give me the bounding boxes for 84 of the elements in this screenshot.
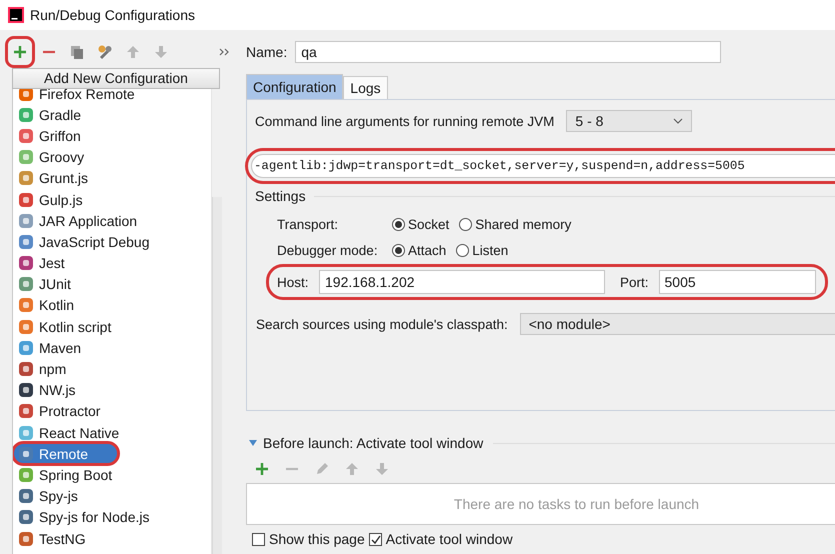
config-type-item[interactable]: Remote (13, 443, 118, 464)
config-type-item[interactable]: Gradle (13, 104, 211, 126)
radio-option[interactable]: Listen (456, 243, 508, 258)
config-type-item[interactable]: Kotlin (13, 294, 211, 316)
tile-icon (18, 297, 34, 314)
jvm-version-dropdown[interactable]: 5 - 8 (566, 110, 692, 132)
radio-button[interactable] (392, 218, 405, 231)
config-type-item[interactable]: Groovy (13, 146, 211, 168)
radio-option[interactable]: Attach (392, 243, 446, 258)
app-icon (8, 7, 24, 23)
tab[interactable]: Configuration (246, 74, 344, 99)
tile-icon (18, 318, 34, 335)
radio-option[interactable]: Socket (392, 217, 450, 232)
module-label: Search sources using module's classpath: (256, 316, 508, 332)
window-title: Run/Debug Configurations (30, 7, 195, 23)
tile-icon (18, 488, 34, 504)
config-type-item[interactable]: Spy-js (13, 486, 211, 507)
tile-icon (18, 403, 34, 420)
port-field[interactable]: 5005 (658, 270, 816, 294)
config-type-item[interactable]: Gulp.js (13, 188, 211, 210)
tile-icon (18, 530, 34, 547)
config-type-item[interactable]: Protractor (13, 400, 211, 422)
config-type-item[interactable]: JavaScript Debug (13, 231, 211, 252)
tile-icon (18, 340, 34, 356)
tile-icon (18, 466, 34, 483)
tile-icon (18, 276, 34, 292)
chevron-icon[interactable] (218, 47, 230, 57)
config-type-item[interactable]: NW.js (13, 380, 211, 401)
list-header: Add New Configuration (12, 68, 220, 89)
config-type-item[interactable]: npm (13, 358, 211, 380)
expand-icon[interactable] (249, 440, 257, 446)
tile-icon (18, 509, 34, 526)
caret-icon (673, 118, 684, 124)
name-field[interactable]: qa (295, 41, 722, 63)
tile-icon (18, 192, 34, 208)
host-label: Host: (277, 274, 310, 290)
config-type-item[interactable]: Maven (13, 337, 211, 358)
tile-icon (18, 149, 34, 166)
checkbox[interactable] (252, 532, 265, 546)
empty-message: There are no tasks to run before launch (454, 496, 700, 512)
config-type-item[interactable]: JAR Application (13, 210, 211, 232)
tile-icon (18, 170, 34, 186)
checkbox[interactable] (368, 532, 382, 546)
config-type-item[interactable]: JUnit (13, 274, 211, 295)
tile-icon (18, 361, 34, 378)
wrench-icon[interactable] (97, 44, 113, 60)
radio-button[interactable] (392, 244, 405, 257)
add-icon[interactable] (254, 461, 270, 477)
checkbox-label[interactable]: Activate tool window (386, 531, 513, 547)
settings-title: Settings (255, 188, 306, 204)
debugger-mode-label: Debugger mode: (277, 243, 379, 258)
radio-label: Socket (408, 217, 450, 232)
radio-label: Attach (408, 243, 446, 258)
tile-icon (18, 212, 34, 229)
config-type-item[interactable]: Kotlin script (13, 316, 211, 338)
tile-icon (18, 255, 34, 272)
before-launch-title: Before launch: Activate tool window (263, 435, 484, 451)
tab[interactable]: Logs (343, 76, 388, 99)
vm-args-label: Command line arguments for running remote JVM (255, 114, 554, 128)
port-label: Port: (620, 274, 649, 290)
tile-icon (18, 382, 34, 398)
transport-label: Transport: (277, 217, 340, 232)
module-dropdown[interactable]: <no module> (520, 313, 835, 335)
add-icon[interactable] (12, 44, 28, 60)
name-label: Name: (246, 44, 288, 60)
config-type-item[interactable]: Spy-js for Node.js (13, 506, 211, 528)
tile-icon (18, 234, 34, 250)
tile-icon (18, 106, 34, 123)
copy-icon[interactable] (69, 44, 85, 60)
scrollbar[interactable] (211, 89, 222, 554)
radio-button[interactable] (459, 218, 472, 231)
config-type-item[interactable]: Jest (13, 252, 211, 274)
config-type-item[interactable]: Spring Boot (13, 464, 211, 486)
radio-button[interactable] (456, 244, 470, 257)
checkbox-label[interactable]: Show this page (269, 531, 365, 547)
tile-icon (18, 424, 34, 441)
config-type-item[interactable]: TestNG (13, 528, 211, 550)
tile-icon (18, 446, 34, 462)
radio-label: Listen (472, 243, 508, 258)
host-field[interactable]: 192.168.1.202 (319, 270, 605, 294)
config-type-item[interactable]: Grunt.js (13, 168, 211, 189)
config-type-item[interactable]: React Native (13, 422, 211, 444)
config-type-item[interactable]: Griffon (13, 125, 211, 147)
tile-icon (18, 128, 34, 144)
